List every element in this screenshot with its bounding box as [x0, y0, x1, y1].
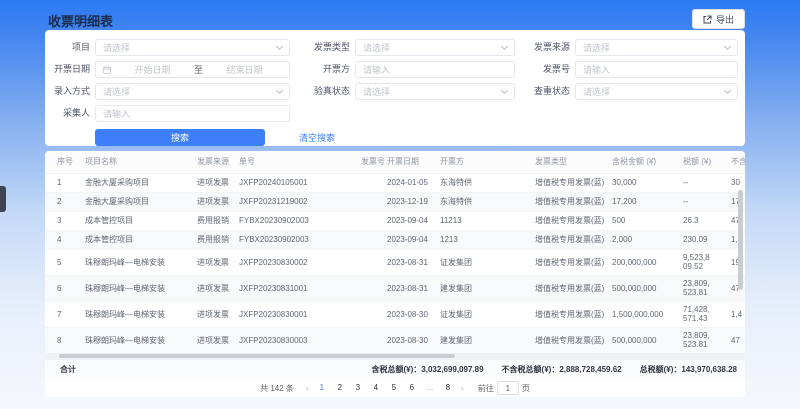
filter-panel: 项目 请选择 发票类型 请选择 发票来源 请选择 开票日期: [45, 30, 745, 146]
page-button[interactable]: 6: [405, 381, 419, 395]
page-button[interactable]: 1: [315, 381, 329, 395]
column-header: 税额 (¥): [671, 151, 719, 173]
pagination-pages: 123456... 8: [315, 381, 455, 395]
next-page-button[interactable]: ›: [459, 383, 466, 393]
table-row: 4成本管控项目费用报销FYBX202309020032023-09-041213…: [45, 230, 745, 249]
dup-status-label: 查重状态: [515, 83, 575, 100]
chevron-down-icon: [276, 87, 283, 94]
chevron-down-icon: [276, 43, 283, 50]
invoice-type-label: 发票类型: [290, 39, 355, 56]
invoice-date-label: 开票日期: [45, 61, 95, 78]
chevron-down-icon: [501, 43, 508, 50]
page-button[interactable]: 4: [369, 381, 383, 395]
table-row: 2金融大厦采购项目进项发票JXFP202312190022023-12-19东海…: [45, 192, 745, 211]
project-label: 项目: [45, 39, 95, 56]
search-button[interactable]: 搜索: [95, 129, 265, 146]
page-ellipsis: ...: [423, 381, 437, 395]
date-to-label: 至: [194, 63, 203, 76]
column-header: 单号: [227, 151, 349, 173]
table-panel: 序号项目名称发票来源单号发票号开票日期开票方发票类型含税金额 (¥)税额 (¥)…: [45, 151, 745, 397]
collector-input[interactable]: [103, 109, 282, 119]
pagination-total: 共 142 条: [260, 383, 294, 394]
collector-field: [95, 105, 290, 122]
column-header: 序号: [45, 151, 73, 173]
verify-status-label: 验真状态: [290, 83, 355, 100]
date-end-placeholder: 结束日期: [207, 63, 282, 76]
table-row: 3成本管控项目费用报销FYBX202309020032023-09-041121…: [45, 211, 745, 230]
invoice-no-field: [575, 61, 738, 78]
issuer-input[interactable]: [363, 65, 507, 75]
column-header: 不含税金额 (¥): [719, 151, 745, 173]
untaxed-total: 不含税总额(¥)：2,888,728,459.62: [502, 364, 622, 375]
prev-page-button[interactable]: ‹: [304, 383, 311, 393]
column-header: 含税金额 (¥): [600, 151, 671, 173]
summary-row: 合计 含税总额(¥)：3,032,699,097.89 不含税总额(¥)：2,8…: [45, 359, 745, 379]
vertical-scrollbar[interactable]: [738, 190, 743, 290]
page-button[interactable]: 2: [333, 381, 347, 395]
page-button[interactable]: 5: [387, 381, 401, 395]
table-row: 1金融大厦采购项目进项发票JXFP202401050012024-01-05东海…: [45, 173, 745, 192]
table-row: 5珠穆朗玛峰—电梯安装进项发票JXFP202308300022023-08-31…: [45, 249, 745, 275]
collector-label: 采集人: [45, 105, 95, 122]
tax-total: 总税额(¥)：143,970,638.28: [640, 364, 737, 375]
goto-page-input[interactable]: [497, 381, 519, 395]
column-header: 项目名称: [73, 151, 185, 173]
project-select[interactable]: 请选择: [95, 39, 290, 56]
issuer-field: [355, 61, 515, 78]
export-label: 导出: [716, 13, 734, 26]
filter-form: 项目 请选择 发票类型 请选择 发票来源 请选择 开票日期: [45, 30, 745, 122]
summary-label: 合计: [60, 364, 76, 375]
calendar-icon: [103, 66, 111, 74]
column-header: 开票方: [428, 151, 523, 173]
taxed-total: 含税总额(¥)：3,032,699,097.89: [371, 364, 483, 375]
table-row: 7珠穆朗玛峰—电梯安装进项发票JXFP202308300012023-08-30…: [45, 301, 745, 327]
table-header-row: 序号项目名称发票来源单号发票号开票日期开票方发票类型含税金额 (¥)税额 (¥)…: [45, 151, 745, 173]
column-header: 发票类型: [523, 151, 600, 173]
page-button[interactable]: 8: [441, 381, 455, 395]
clear-search-link[interactable]: 清空搜索: [299, 131, 335, 144]
invoice-table: 序号项目名称发票来源单号发票号开票日期开票方发票类型含税金额 (¥)税额 (¥)…: [45, 151, 745, 354]
page-button[interactable]: 3: [351, 381, 365, 395]
invoice-table-body: 1金融大厦采购项目进项发票JXFP202401050012024-01-05东海…: [45, 173, 745, 353]
export-icon: [703, 15, 712, 24]
date-start-placeholder: 开始日期: [115, 63, 190, 76]
export-button[interactable]: 导出: [692, 9, 745, 29]
dup-status-select[interactable]: 请选择: [575, 83, 738, 100]
column-header: 发票来源: [185, 151, 227, 173]
chevron-down-icon: [501, 87, 508, 94]
page-title: 收票明细表: [48, 11, 113, 30]
pagination: 共 142 条 ‹ 123456... 8 › 前往 页: [45, 379, 745, 397]
invoice-no-label: 发票号: [515, 61, 575, 78]
invoice-type-select[interactable]: 请选择: [355, 39, 515, 56]
goto-unit-label: 页: [522, 383, 530, 394]
verify-status-select[interactable]: 请选择: [355, 83, 515, 100]
invoice-date-range[interactable]: 开始日期 至 结束日期: [95, 61, 290, 78]
invoice-no-input[interactable]: [583, 65, 730, 75]
table-row: 8珠穆朗玛峰—电梯安装进项发票JXFP202308300032023-08-30…: [45, 327, 745, 353]
pagination-goto: 前往 页: [478, 381, 530, 395]
invoice-source-select[interactable]: 请选择: [575, 39, 738, 56]
chevron-down-icon: [724, 43, 731, 50]
table-row: 6珠穆朗玛峰—电梯安装进项发票JXFP202308310012023-08-31…: [45, 275, 745, 301]
entry-method-label: 录入方式: [45, 83, 95, 100]
goto-label: 前往: [478, 383, 494, 394]
column-header: 发票号: [349, 151, 375, 173]
entry-method-select[interactable]: 请选择: [95, 83, 290, 100]
horizontal-scrollbar-thumb[interactable]: [59, 354, 455, 358]
chevron-down-icon: [724, 87, 731, 94]
invoice-source-label: 发票来源: [515, 39, 575, 56]
issuer-label: 开票方: [290, 61, 355, 78]
drawer-handle[interactable]: [0, 186, 6, 212]
